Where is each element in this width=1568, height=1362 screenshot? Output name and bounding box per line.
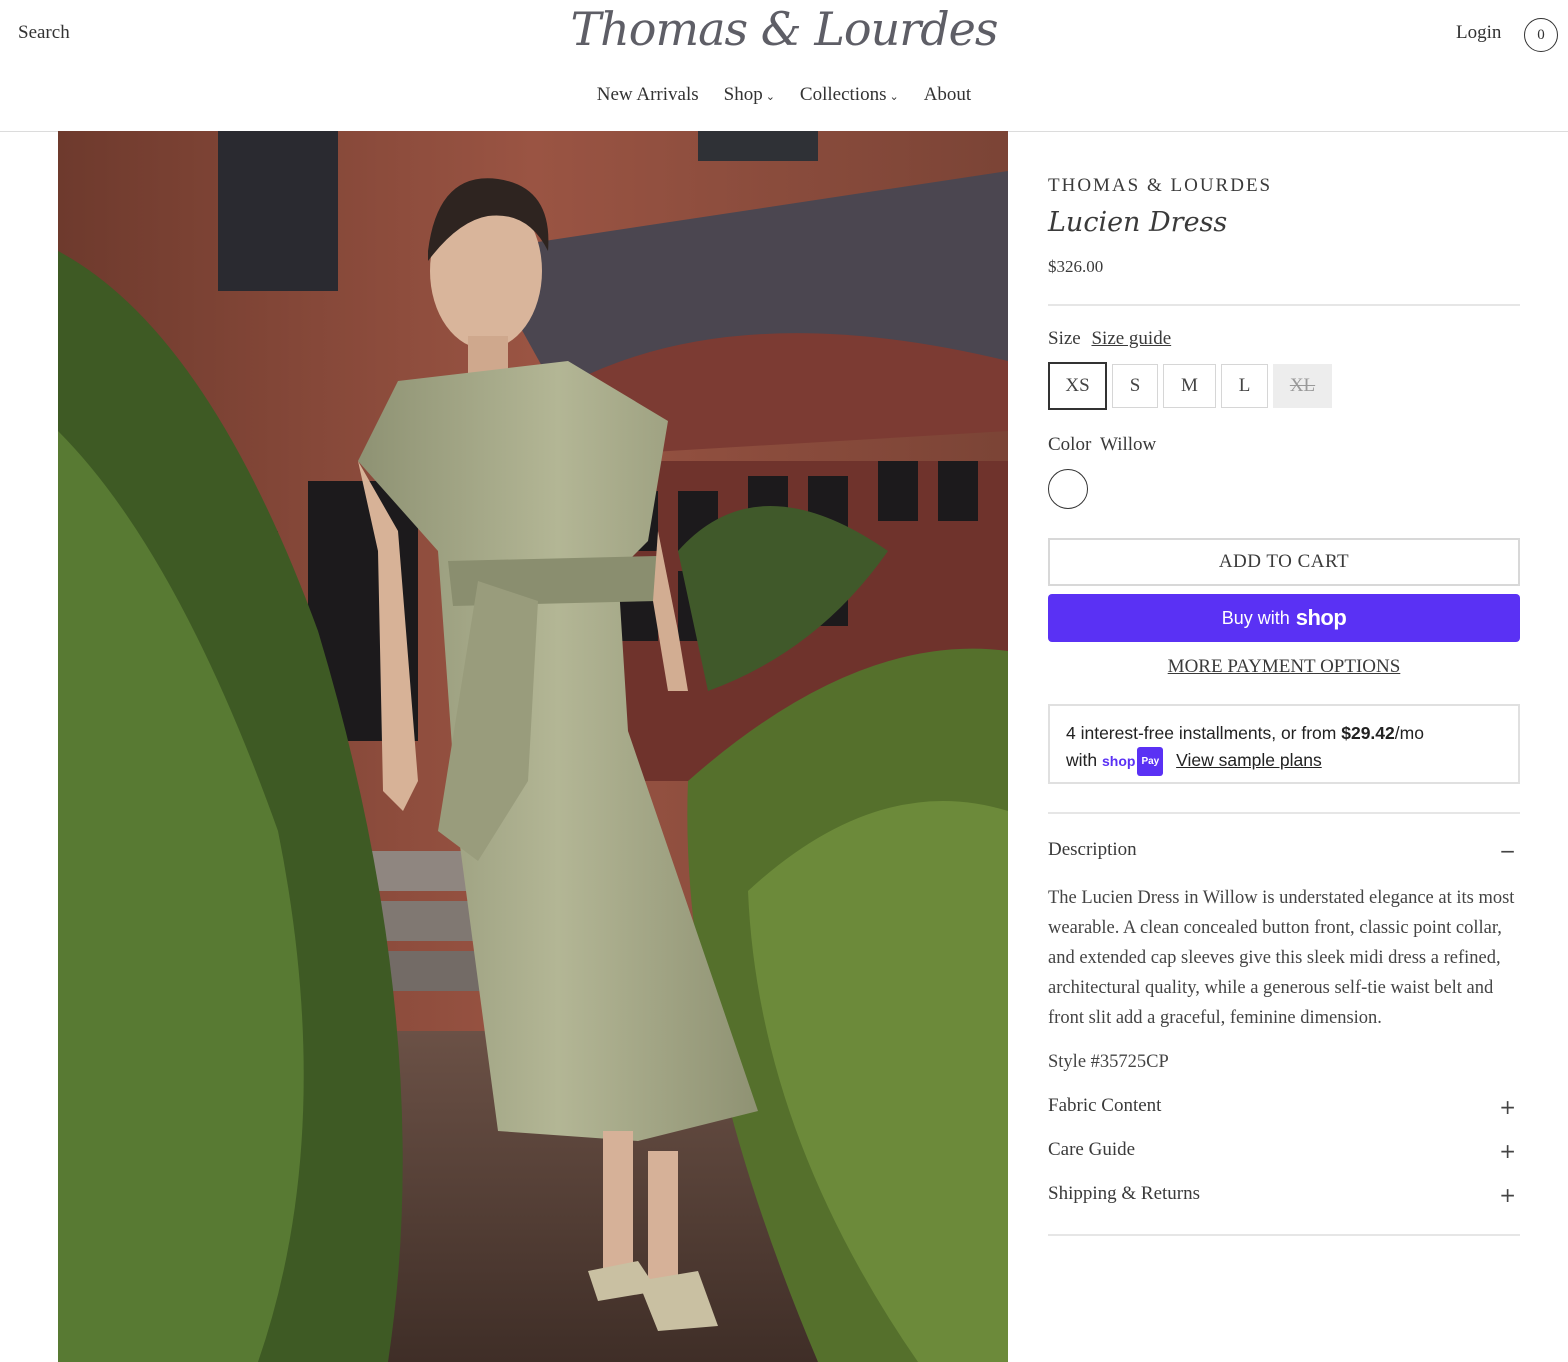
plus-icon: + [1499, 1095, 1516, 1119]
shop-logo-icon: shop [1295, 605, 1347, 630]
divider [1048, 812, 1520, 814]
accordion-label: Care Guide [1048, 1139, 1136, 1160]
nav-label: About [923, 84, 972, 105]
size-label-row: Size Size guide [1048, 328, 1171, 350]
nav-about[interactable]: About [924, 84, 972, 106]
product-title: Lucien Dress [1048, 207, 1228, 238]
product-description: The Lucien Dress in Willow is understate… [1048, 888, 1515, 1028]
product-photo-illustration [58, 131, 1008, 1362]
accordion-label: Description [1048, 839, 1137, 860]
color-label: Color [1048, 434, 1092, 455]
accordion-fabric-content[interactable]: Fabric Content + [1048, 1095, 1520, 1119]
nav-new-arrivals[interactable]: New Arrivals [597, 84, 699, 106]
cart-icon[interactable]: 0 [1524, 18, 1558, 52]
accordion-shipping-returns[interactable]: Shipping & Returns + [1048, 1183, 1520, 1207]
product-price: $326.00 [1048, 257, 1104, 276]
size-option-xl[interactable]: XL [1273, 364, 1332, 408]
color-value: Willow [1100, 434, 1157, 455]
view-sample-plans-link[interactable]: View sample plans [1176, 750, 1322, 770]
add-to-cart-button[interactable]: ADD TO CART [1048, 538, 1520, 586]
installment-per: /mo [1394, 723, 1424, 743]
more-payment-options-link[interactable]: MORE PAYMENT OPTIONS [1048, 656, 1520, 678]
size-guide-link[interactable]: Size guide [1091, 328, 1171, 349]
minus-icon: − [1499, 839, 1516, 863]
divider [1048, 1234, 1520, 1236]
nav-shop[interactable]: Shop ⌄ [724, 84, 775, 106]
installments-line-1: 4 interest-free installments, or from $2… [1066, 720, 1502, 747]
nav-label: New Arrivals [596, 84, 699, 105]
cart-count: 0 [1537, 26, 1545, 43]
accordion-description[interactable]: Description − [1048, 839, 1520, 863]
shop-pay-logo-icon: shop [1102, 753, 1136, 770]
plus-icon: + [1499, 1183, 1516, 1207]
accordion-care-guide[interactable]: Care Guide + [1048, 1139, 1520, 1163]
chevron-down-icon: ⌄ [765, 91, 775, 103]
size-label: Size [1048, 328, 1081, 349]
product-image[interactable] [58, 131, 1008, 1362]
nav-label: Collections [799, 84, 887, 105]
accordion-label: Shipping & Returns [1048, 1183, 1201, 1204]
chevron-down-icon: ⌄ [889, 91, 899, 103]
divider [1048, 304, 1520, 306]
product-vendor[interactable]: THOMAS & LOURDES [1048, 175, 1272, 197]
installments-banner: 4 interest-free installments, or from $2… [1048, 704, 1520, 784]
buy-with-shop-button[interactable]: Buy with shop [1048, 594, 1520, 642]
brand-logo[interactable]: Thomas & Lourdes [0, 2, 1568, 56]
installment-amount: $29.42 [1341, 723, 1395, 743]
size-option-l[interactable]: L [1221, 364, 1268, 408]
size-option-s[interactable]: S [1112, 364, 1158, 408]
installments-line-2: with shop Pay View sample plans [1066, 747, 1502, 776]
nav-label: Shop [723, 84, 763, 105]
pay-badge-icon: Pay [1137, 747, 1164, 776]
color-label-row: Color Willow [1048, 434, 1156, 456]
size-option-xs[interactable]: XS [1048, 362, 1107, 410]
color-swatch-willow[interactable] [1048, 469, 1088, 509]
size-option-m[interactable]: M [1163, 364, 1216, 408]
login-link[interactable]: Login [1456, 22, 1501, 44]
buy-with-label: Buy with [1221, 607, 1290, 628]
with-label: with [1066, 750, 1098, 771]
style-number: Style #35725CP [1048, 1052, 1169, 1072]
site-header: Search Thomas & Lourdes Login 0 New Arri… [0, 0, 1568, 132]
size-options: XS S M L XL [1048, 362, 1332, 410]
accordion-label: Fabric Content [1048, 1095, 1162, 1116]
plus-icon: + [1499, 1139, 1516, 1163]
main-nav: New Arrivals Shop ⌄ Collections ⌄ About [0, 84, 1568, 106]
nav-collections[interactable]: Collections ⌄ [800, 84, 899, 106]
installments-text: 4 interest-free installments, or from [1066, 723, 1342, 743]
